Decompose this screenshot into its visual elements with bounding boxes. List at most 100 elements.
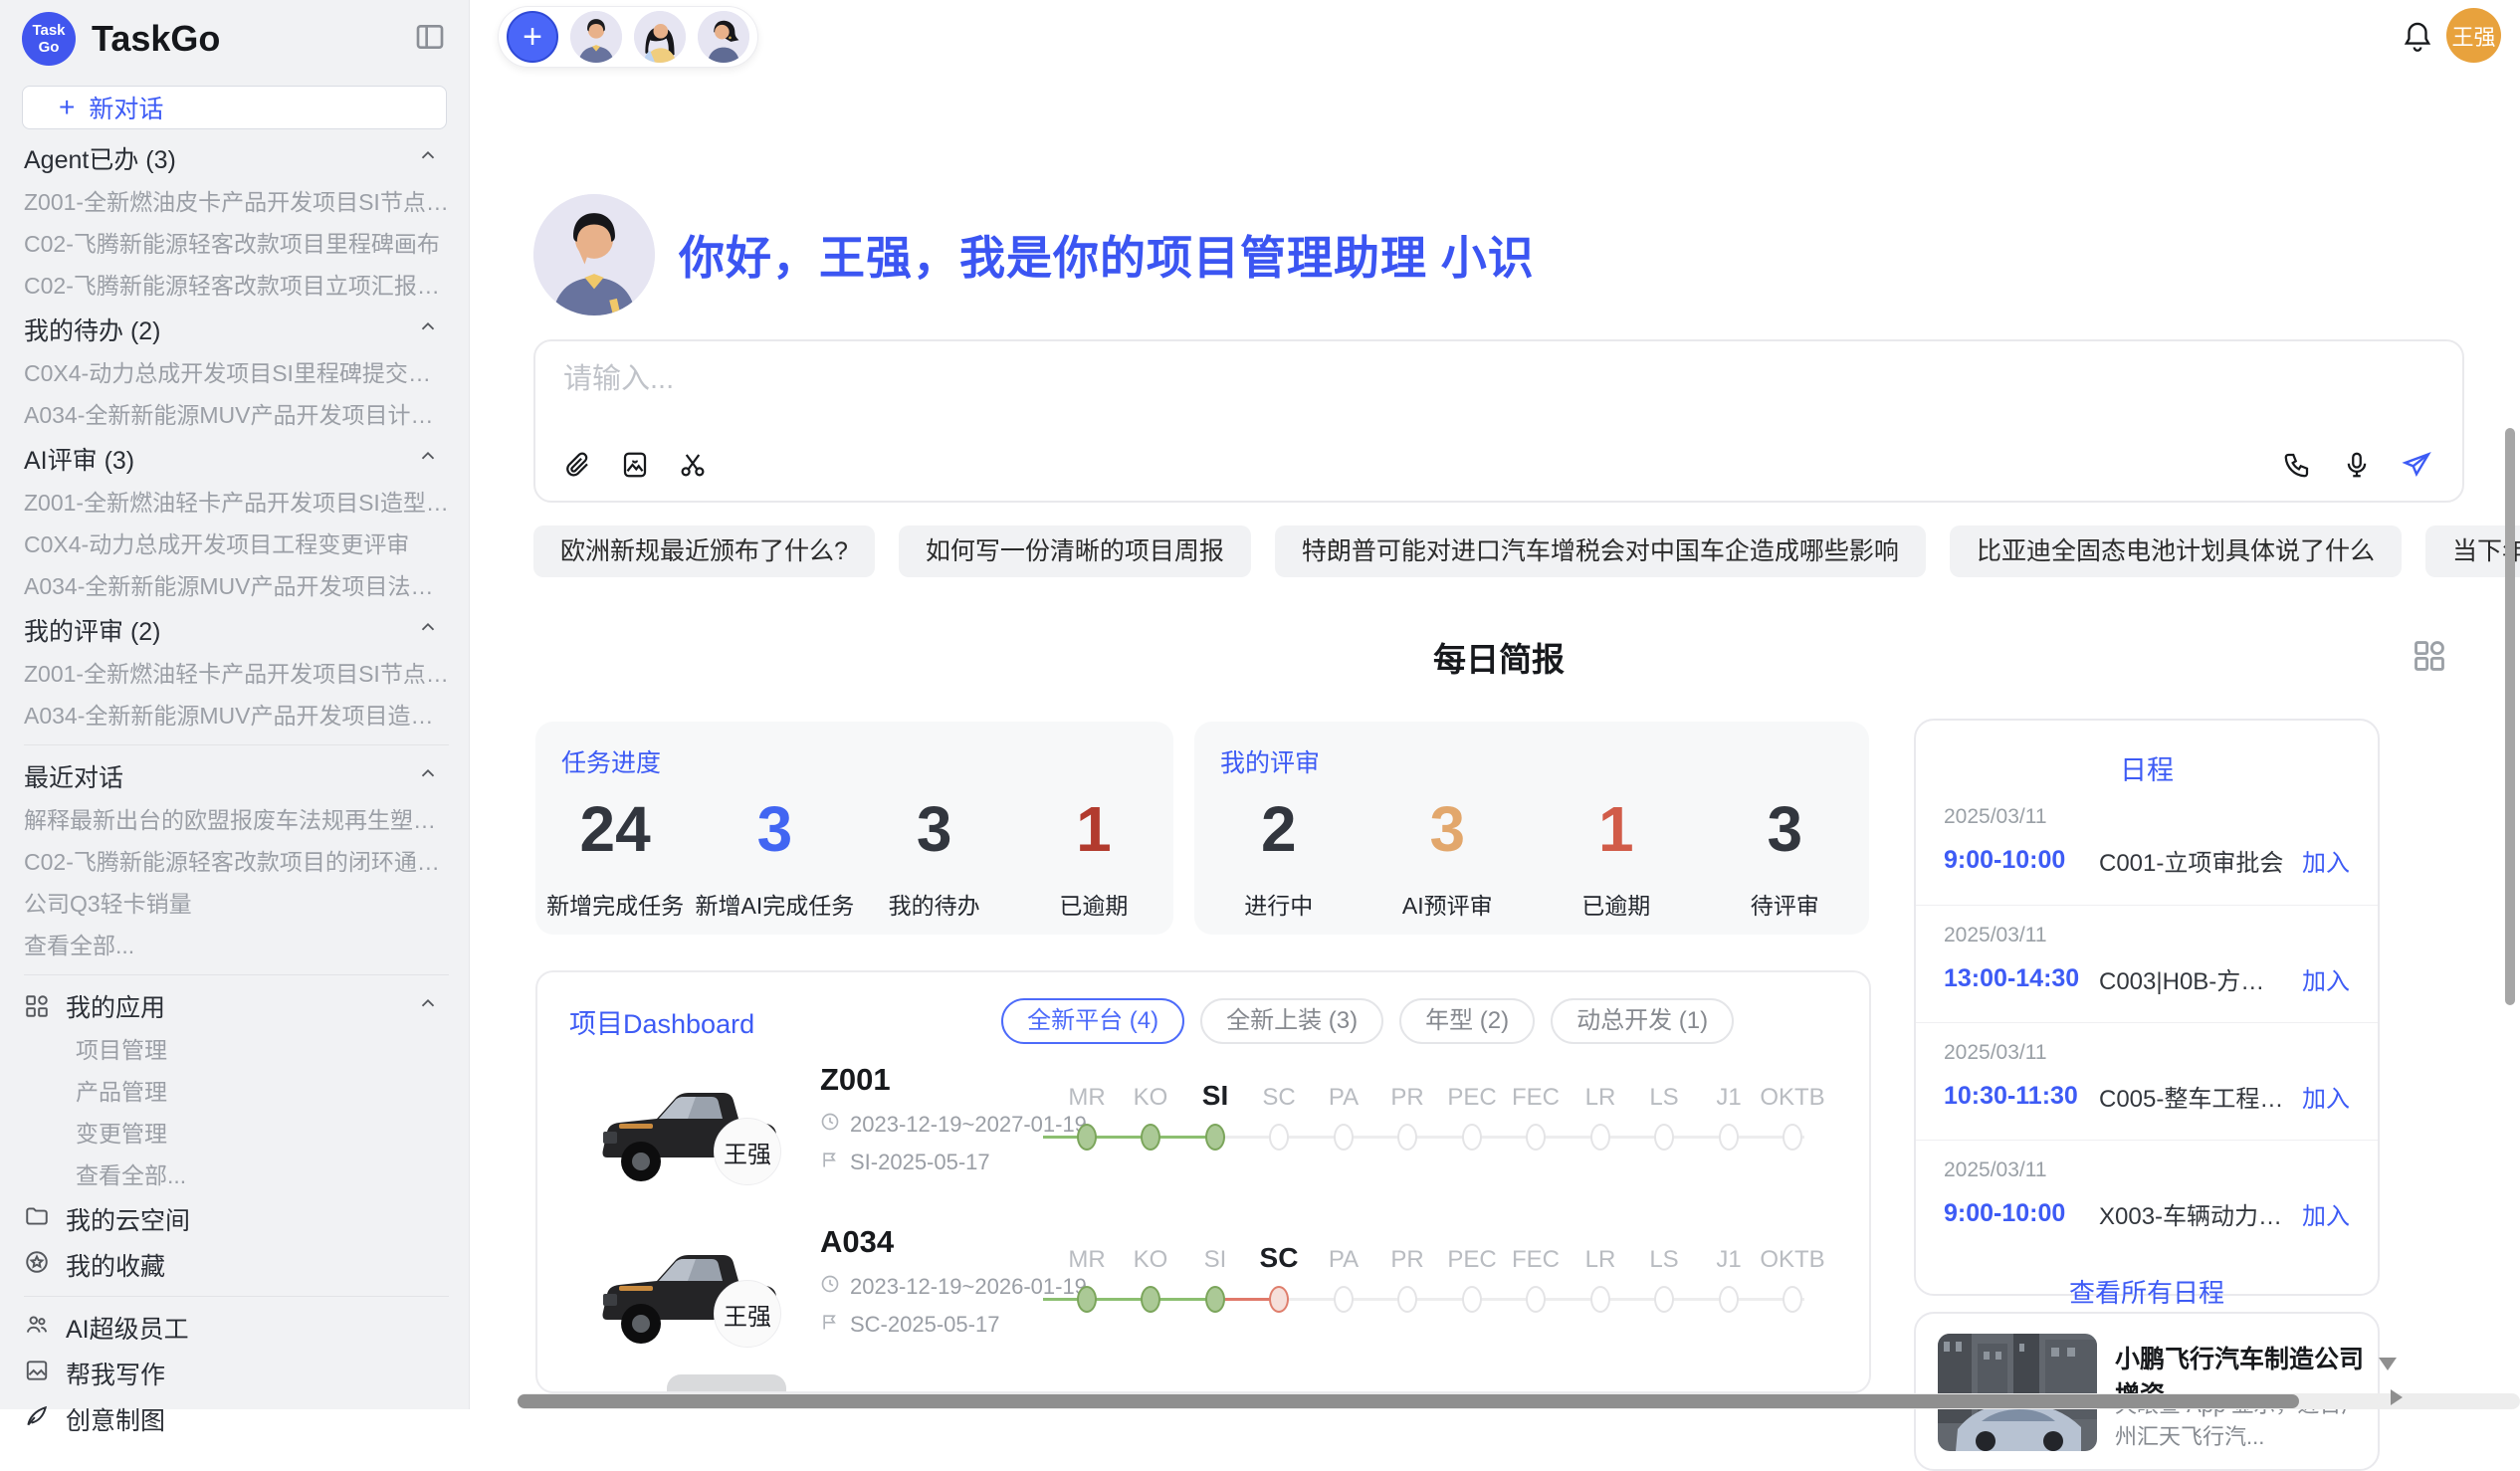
group-title-ai-review[interactable]: AI评审 (3) xyxy=(24,436,449,482)
user-avatar-label: 王强 xyxy=(2451,20,2495,52)
filter-tab-new-platform[interactable]: 全新平台 (4) xyxy=(1001,998,1184,1044)
sidebar-item-product-mgmt[interactable]: 产品管理 xyxy=(24,1071,449,1113)
new-chat-label: 新对话 xyxy=(89,90,163,125)
chevron-up-icon xyxy=(417,144,439,173)
filter-tab-new-body[interactable]: 全新上装 (3) xyxy=(1200,998,1383,1044)
schedule-card: 日程 2025/03/11 9:00-10:00 C001-立项审批会 加入 2… xyxy=(1914,719,2380,1296)
briefing-layout-grid-icon[interactable] xyxy=(2411,637,2448,675)
list-item[interactable]: Z001-全新燃油皮卡产品开发项目SI节点Lesson Learn报告 xyxy=(24,181,449,223)
suggestion-chip[interactable]: 比亚迪全固态电池计划具体说了什么 xyxy=(1950,525,2402,577)
schedule-event-title: C005-整车工程目标评审 xyxy=(2099,1079,2288,1114)
stat-label: 已逾期 xyxy=(1014,887,1173,921)
send-icon[interactable] xyxy=(2401,449,2432,481)
sidebar-item-creative-draw[interactable]: 创意制图 xyxy=(24,1396,449,1442)
view-all-schedule-link[interactable]: 查看所有日程 xyxy=(1916,1273,2378,1310)
schedule-date: 2025/03/11 xyxy=(1944,924,2350,947)
microphone-icon[interactable] xyxy=(2341,449,2373,481)
horizontal-scrollbar-track[interactable] xyxy=(518,1393,2520,1409)
project-flag: SI-2025-05-17 xyxy=(820,1150,990,1175)
agent-avatar-woman-long-hair[interactable] xyxy=(634,11,686,63)
project-row[interactable]: 王强 A034 2023-12-19~2026-01-19 SC-2025-05… xyxy=(537,1214,1869,1373)
group-title-my-todo[interactable]: 我的待办 (2) xyxy=(24,307,449,352)
image-upload-icon[interactable] xyxy=(619,449,651,481)
timeline-done-segment xyxy=(1043,1136,1215,1139)
sidebar-item-favorites[interactable]: 我的收藏 xyxy=(24,1242,449,1288)
stat-ai-prereview: 3 AI预评审 xyxy=(1364,797,1533,921)
agent-crew-bar: + xyxy=(498,6,758,68)
filter-tab-powertrain[interactable]: 动总开发 (1) xyxy=(1551,998,1734,1044)
list-item[interactable]: 解释最新出台的欧盟报废车法规再生塑料比例被调至15%... xyxy=(24,799,449,841)
chevron-up-icon xyxy=(417,616,439,645)
sidebar-collapse-button[interactable] xyxy=(411,20,449,58)
join-link[interactable]: 加入 xyxy=(2302,1079,2350,1114)
stat-value: 1 xyxy=(1532,797,1701,861)
stat-overdue: 1 已逾期 xyxy=(1014,797,1173,921)
card-title: 任务进度 xyxy=(561,743,661,779)
group-title-agent-done[interactable]: Agent已办 (3) xyxy=(24,135,449,181)
view-all-apps[interactable]: 查看全部... xyxy=(24,1155,449,1196)
project-flag: SC-2025-05-17 xyxy=(820,1312,999,1338)
list-item[interactable]: A034-全新新能源MUV产品开发项目法规符合性评审 xyxy=(24,565,449,607)
sidebar-item-label: 创意制图 xyxy=(66,1401,165,1437)
suggestion-chips: 欧洲新规最近颁布了什么? 如何写一份清晰的项目周报 特朗普可能对进口汽车增税会对… xyxy=(533,525,2520,577)
scroll-right-arrow-icon[interactable] xyxy=(2391,1389,2403,1405)
project-dashboard-card: 项目Dashboard 全新平台 (4) 全新上装 (3) 年型 (2) 动总开… xyxy=(535,970,1871,1393)
suggestion-chip[interactable]: 特朗普可能对进口汽车增税会对中国车企造成哪些影响 xyxy=(1275,525,1926,577)
chat-input[interactable] xyxy=(563,363,2156,396)
group-title-recent-chats[interactable]: 最近对话 xyxy=(24,753,449,799)
sidebar-item-write-helper[interactable]: 帮我写作 xyxy=(24,1351,449,1396)
group-title-my-review[interactable]: 我的评审 (2) xyxy=(24,607,449,653)
clock-icon xyxy=(820,1112,840,1138)
star-circle-icon xyxy=(24,1249,50,1282)
app-title: TaskGo xyxy=(92,18,220,60)
scissors-icon[interactable] xyxy=(677,449,709,481)
next-project-peek xyxy=(667,1374,786,1393)
chevron-up-icon xyxy=(417,992,439,1021)
stat-value: 24 xyxy=(535,797,695,861)
phone-call-icon[interactable] xyxy=(2281,449,2313,481)
stat-new-done: 24 新增完成任务 xyxy=(535,797,695,921)
add-agent-button[interactable]: + xyxy=(507,11,558,63)
join-link[interactable]: 加入 xyxy=(2302,961,2350,996)
sidebar-item-ai-staff[interactable]: AI超级员工 xyxy=(24,1305,449,1351)
attachment-paperclip-icon[interactable] xyxy=(561,449,593,481)
list-item[interactable]: C0X4-动力总成开发项目工程变更评审 xyxy=(24,524,449,565)
filter-tab-year-model[interactable]: 年型 (2) xyxy=(1399,998,1535,1044)
list-item[interactable]: A034-全新新能源MUV产品开发项目造型可行性评审 xyxy=(24,695,449,736)
agent-avatar-man[interactable] xyxy=(570,11,622,63)
stat-in-progress: 2 进行中 xyxy=(1194,797,1364,921)
list-item[interactable]: C02-飞腾新能源轻客改款项目里程碑画布 xyxy=(24,223,449,265)
sidebar-item-cloud-space[interactable]: 我的云空间 xyxy=(24,1196,449,1242)
daily-briefing-title: 每日简报 xyxy=(533,633,2464,681)
suggestion-chip[interactable]: 欧洲新规最近颁布了什么? xyxy=(533,525,875,577)
app-logo: Task Go xyxy=(22,12,76,66)
agent-avatar-woman-bun[interactable] xyxy=(698,11,749,63)
scroll-down-arrow-icon[interactable] xyxy=(2379,1358,2397,1370)
list-item[interactable]: 公司Q3轻卡销量 xyxy=(24,883,449,925)
user-avatar[interactable]: 王强 xyxy=(2446,8,2501,63)
sidebar-item-change-mgmt[interactable]: 变更管理 xyxy=(24,1113,449,1155)
join-link[interactable]: 加入 xyxy=(2302,843,2350,878)
sidebar-item-project-mgmt[interactable]: 项目管理 xyxy=(24,1029,449,1071)
list-item[interactable]: A034-全新新能源MUV产品开发项目计划变更表编写 xyxy=(24,394,449,436)
list-item[interactable]: C02-飞腾新能源轻客改款项目立项汇报方案 xyxy=(24,265,449,307)
join-link[interactable]: 加入 xyxy=(2302,1196,2350,1231)
view-all-chats[interactable]: 查看全部... xyxy=(24,925,449,966)
project-row[interactable]: 王强 Z001 2023-12-19~2027-01-19 SI-2025-05… xyxy=(537,1052,1869,1211)
list-item[interactable]: Z001-全新燃油轻卡产品开发项目SI节点属性5D文件评审 xyxy=(24,653,449,695)
news-card[interactable]: 小鹏飞行汽车制造公司增资 天眼查 App 显示，近日广州汇天飞行汽... xyxy=(1914,1312,2380,1471)
stat-value: 3 xyxy=(1364,797,1533,861)
list-item[interactable]: C0X4-动力总成开发项目SI里程碑提交物检查 xyxy=(24,352,449,394)
list-item[interactable]: C02-飞腾新能源轻客改款项目的闭环通告反馈情况 xyxy=(24,841,449,883)
dashboard-filters: 全新平台 (4) 全新上装 (3) 年型 (2) 动总开发 (1) xyxy=(1001,998,1734,1044)
schedule-event-title: C003|H0B-方案冻结评审 xyxy=(2099,961,2288,996)
news-image xyxy=(1938,1334,2097,1451)
vertical-scrollbar-thumb[interactable] xyxy=(2505,428,2515,1005)
horizontal-scrollbar-thumb[interactable] xyxy=(518,1394,2299,1408)
stat-value: 1 xyxy=(1014,797,1173,861)
group-title-my-apps[interactable]: 我的应用 xyxy=(24,983,449,1029)
suggestion-chip[interactable]: 如何写一份清晰的项目周报 xyxy=(899,525,1251,577)
new-chat-button[interactable]: + 新对话 xyxy=(22,86,447,129)
list-item[interactable]: Z001-全新燃油轻卡产品开发项目SI造型提交物评审 xyxy=(24,482,449,524)
notifications-bell-icon[interactable] xyxy=(2402,20,2433,54)
